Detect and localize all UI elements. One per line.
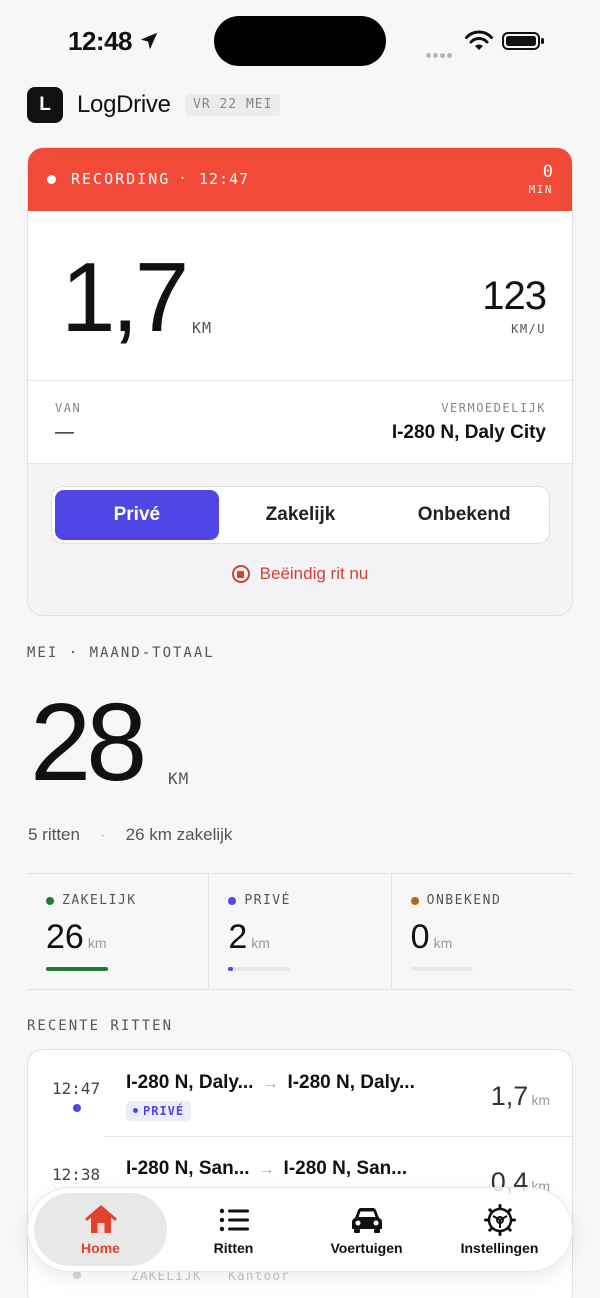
trip-route: I-280 N, San... → I-280 N, San... <box>126 1158 408 1179</box>
stat-label: ONBEKEND <box>426 893 502 908</box>
tab-instellingen[interactable]: Instellingen <box>433 1193 566 1266</box>
destination-label: VERMOEDELIJK <box>441 401 546 415</box>
tab-bar: Home Ritten Voertuigen Instellingen <box>27 1187 573 1272</box>
tab-label: Ritten <box>213 1239 254 1256</box>
month-total-unit: KM <box>168 769 190 788</box>
arrow-right-icon: → <box>262 1075 279 1092</box>
cellular-signal-icon <box>426 45 458 58</box>
recording-card: RECORDING · 12:47 0 MIN 1,7 KM 123 KM/U … <box>27 147 573 616</box>
stat-value: 26 km <box>46 918 107 956</box>
trip-type-dot-icon <box>73 1271 81 1279</box>
stat-value: 2 km <box>228 918 270 956</box>
arrow-right-icon: → <box>258 1161 275 1178</box>
trip-route: I-280 N, Daly... → I-280 N, Daly... <box>126 1072 415 1093</box>
stat-value: 0 km <box>410 918 453 956</box>
stat-progress-bar <box>228 967 291 971</box>
summary-separator: · <box>99 825 106 844</box>
stat-prive: PRIVÉ 2 km <box>209 874 392 989</box>
trip-distance: 1,7 km <box>490 1081 550 1111</box>
battery-icon <box>502 32 544 50</box>
recording-separator: · <box>178 169 188 187</box>
trip-time: 12:47 <box>52 1079 101 1098</box>
trip-time: 12:38 <box>52 1165 101 1184</box>
app-name: LogDrive <box>77 91 171 118</box>
recent-trips-title: RECENTE RITTEN <box>27 1018 174 1034</box>
trip-distance-unit: KM <box>192 319 213 337</box>
category-stats: ZAKELIJK 26 km PRIVÉ 2 km ONBEKEND 0 km <box>27 873 573 990</box>
stat-dot-icon <box>410 897 419 905</box>
trip-tag: PRIVÉ <box>126 1101 192 1121</box>
wifi-icon <box>465 30 493 50</box>
stat-progress-bar <box>46 967 108 971</box>
speed-unit: KM/U <box>511 322 546 336</box>
month-trips-count: 5 ritten <box>28 825 80 844</box>
segment-prive[interactable]: Privé <box>55 490 219 540</box>
trip-distance-value: 1,7 <box>61 242 189 352</box>
segment-onbekend[interactable]: Onbekend <box>382 490 546 540</box>
date-badge: VR 22 MEI <box>185 94 281 116</box>
status-time: 12:48 <box>68 26 133 56</box>
month-section-title: MEI · MAAND-TOTAAL <box>27 645 215 661</box>
recording-minutes-unit: MIN <box>528 183 553 196</box>
stat-label: ZAKELIJK <box>62 893 137 908</box>
destination-value: I-280 N, Daly City <box>391 422 546 443</box>
car-icon <box>351 1207 382 1233</box>
from-label: VAN <box>55 401 82 415</box>
recording-label: RECORDING <box>71 170 171 188</box>
location-arrow-icon <box>140 32 158 50</box>
end-trip-button[interactable]: Beëindig rit nu <box>28 564 572 584</box>
trip-type-section: Privé Zakelijk Onbekend Beëindig rit nu <box>28 464 572 615</box>
trip-type-segmented-control: Privé Zakelijk Onbekend <box>51 486 550 544</box>
tab-label: Instellingen <box>460 1239 539 1256</box>
tab-ritten[interactable]: Ritten <box>167 1193 300 1266</box>
gear-icon <box>483 1203 516 1236</box>
status-bar: 12:48 <box>0 0 600 84</box>
tab-voertuigen[interactable]: Voertuigen <box>300 1193 433 1266</box>
speed-value: 123 <box>482 274 547 318</box>
segment-zakelijk[interactable]: Zakelijk <box>219 490 383 540</box>
trip-type-dot-icon <box>73 1104 81 1112</box>
tab-label: Voertuigen <box>330 1239 403 1256</box>
end-trip-label: Beëindig rit nu <box>259 564 369 583</box>
home-icon <box>85 1205 116 1233</box>
month-business-summary: 26 km zakelijk <box>125 825 233 844</box>
recording-minutes: 0 <box>542 162 553 182</box>
divider <box>28 380 572 381</box>
stat-dot-icon <box>228 897 237 905</box>
tab-home[interactable]: Home <box>34 1193 167 1266</box>
tab-label: Home <box>81 1239 120 1256</box>
stat-label: PRIVÉ <box>244 893 291 908</box>
dynamic-island <box>214 16 386 66</box>
stat-progress-bar <box>410 967 473 971</box>
recording-dot-icon <box>47 175 56 184</box>
month-total-value: 28 <box>30 681 147 804</box>
list-icon <box>219 1208 249 1231</box>
month-summary: 5 ritten · 26 km zakelijk <box>28 825 232 845</box>
list-item[interactable]: 12:47 I-280 N, Daly... → I-280 N, Daly... … <box>28 1050 572 1136</box>
stat-zakelijk: ZAKELIJK 26 km <box>27 874 210 989</box>
recording-start-time: 12:47 <box>199 170 250 188</box>
app-logo: L <box>27 87 63 123</box>
stat-dot-icon <box>46 897 54 905</box>
from-value: — <box>55 422 74 443</box>
stop-icon <box>231 565 250 583</box>
stat-onbekend: ONBEKEND 0 km <box>392 874 573 989</box>
recording-banner: RECORDING · 12:47 0 MIN <box>28 148 572 211</box>
